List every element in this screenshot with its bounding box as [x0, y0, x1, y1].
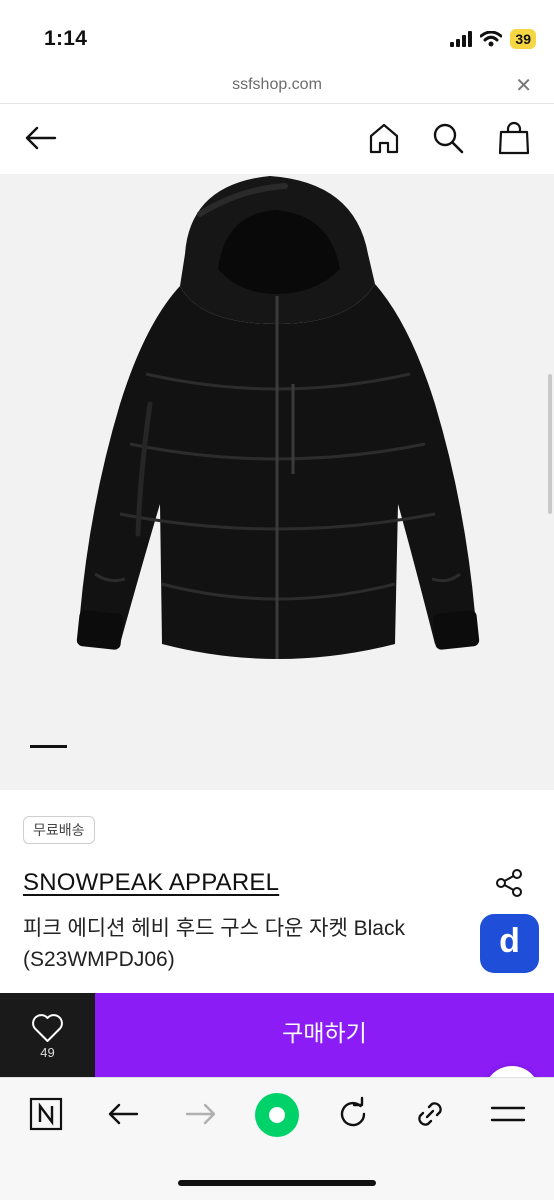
refresh-icon[interactable]	[335, 1096, 371, 1132]
site-header	[0, 104, 554, 174]
home-indicator[interactable]	[178, 1180, 376, 1186]
product-name: 피크 에디션 헤비 후드 구스 다운 자켓 Black (S23WMPDJ06)	[23, 917, 405, 971]
back-icon[interactable]	[105, 1096, 141, 1132]
wishlist-button[interactable]: 49	[0, 993, 95, 1077]
forward-icon[interactable]	[183, 1096, 219, 1132]
share-icon[interactable]	[494, 868, 524, 898]
scrollbar[interactable]	[548, 374, 552, 514]
green-dot-icon[interactable]	[254, 1092, 300, 1138]
url-text[interactable]: ssfshop.com	[0, 76, 554, 94]
gallery-indicator	[30, 745, 67, 748]
status-icons: 39	[450, 29, 536, 49]
menu-icon[interactable]	[490, 1096, 526, 1132]
signal-icon	[450, 31, 473, 47]
status-bar: 1:14 39	[0, 0, 554, 72]
status-time: 1:14	[44, 27, 88, 50]
shopping-bag-icon[interactable]	[496, 120, 532, 156]
naver-icon[interactable]	[28, 1096, 64, 1132]
d-app-button[interactable]: d	[480, 914, 539, 973]
url-bar[interactable]: ssfshop.com ✕	[0, 72, 554, 104]
back-arrow-icon[interactable]	[22, 120, 58, 156]
heart-icon	[32, 1014, 63, 1042]
product-image-area[interactable]	[0, 174, 554, 790]
close-icon[interactable]: ✕	[515, 76, 532, 96]
wifi-icon	[480, 31, 503, 47]
product-image[interactable]	[50, 174, 504, 694]
free-shipping-badge: 무료배송	[23, 816, 95, 844]
link-icon[interactable]	[412, 1096, 448, 1132]
brand-name-link[interactable]: SNOWPEAK APPAREL	[23, 869, 279, 897]
home-icon[interactable]	[366, 120, 402, 156]
purchase-bar: 49 구매하기	[0, 993, 554, 1077]
buy-button[interactable]: 구매하기	[95, 993, 554, 1077]
search-icon[interactable]	[430, 120, 466, 156]
battery-indicator: 39	[510, 29, 536, 49]
wish-count: 49	[40, 1045, 55, 1060]
